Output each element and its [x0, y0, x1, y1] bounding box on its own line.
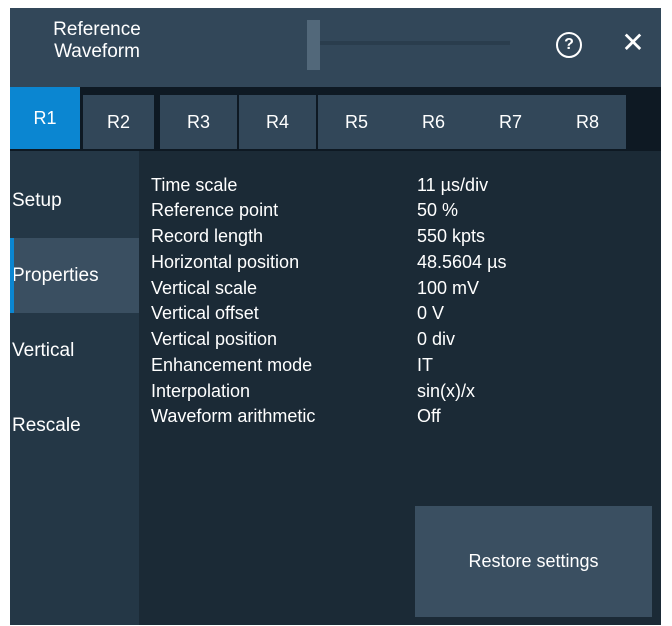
title-bar: Reference Waveform ? ✕: [10, 8, 661, 87]
property-label: Interpolation: [151, 381, 251, 401]
property-label: Vertical offset: [151, 303, 259, 323]
tab-r4[interactable]: R4: [239, 95, 316, 149]
property-label: Record length: [151, 226, 264, 246]
sidebar-item-rescale[interactable]: Rescale: [10, 388, 139, 463]
property-value: sin(x)/x: [417, 381, 475, 401]
property-value: 0 div: [417, 329, 456, 349]
dialog-title: Reference Waveform: [32, 19, 162, 63]
property-value: 550 kpts: [417, 226, 486, 246]
property-label: Horizontal position: [151, 252, 300, 272]
property-value: 11 µs/div: [417, 175, 489, 195]
property-label: Waveform arithmetic: [151, 406, 316, 426]
help-icon[interactable]: ?: [556, 32, 582, 58]
sidebar-item-properties[interactable]: Properties: [10, 238, 139, 313]
properties-panel: Time scale 11 µs/div Reference point 50 …: [139, 151, 661, 625]
reference-waveform-dialog: Reference Waveform ? ✕ R1 R2 R3 R4 R5 R6…: [10, 8, 661, 625]
property-label: Enhancement mode: [151, 355, 313, 375]
property-value: 50 %: [417, 200, 459, 220]
property-value: 0 V: [417, 303, 445, 323]
tab-r2[interactable]: R2: [83, 95, 154, 149]
tab-r5[interactable]: R5: [318, 95, 395, 149]
sidebar: Setup Properties Vertical Rescale: [10, 151, 139, 625]
property-label: Reference point: [151, 200, 279, 220]
property-label: Vertical position: [151, 329, 278, 349]
reference-tabs: R1 R2 R3 R4 R5 R6 R7 R8: [10, 87, 661, 151]
property-value: IT: [417, 355, 433, 375]
tab-r6[interactable]: R6: [395, 95, 472, 149]
transparency-slider-handle[interactable]: [307, 20, 320, 70]
tab-r7[interactable]: R7: [472, 95, 549, 149]
tab-r3[interactable]: R3: [160, 95, 237, 149]
property-value: 48.5604 µs: [417, 252, 507, 272]
property-label: Vertical scale: [151, 278, 258, 298]
close-icon[interactable]: ✕: [620, 28, 646, 58]
property-value: Off: [417, 406, 441, 426]
sidebar-item-setup[interactable]: Setup: [10, 163, 139, 238]
dialog-title-line1: Reference: [53, 19, 141, 40]
tab-r8[interactable]: R8: [549, 95, 626, 149]
transparency-slider-track[interactable]: [320, 41, 510, 45]
tab-r1[interactable]: R1: [10, 87, 80, 149]
property-label: Time scale: [151, 175, 238, 195]
dialog-title-line2: Waveform: [54, 41, 140, 62]
restore-settings-button[interactable]: Restore settings: [415, 506, 652, 617]
property-value: 100 mV: [417, 278, 480, 298]
sidebar-item-vertical[interactable]: Vertical: [10, 313, 139, 388]
